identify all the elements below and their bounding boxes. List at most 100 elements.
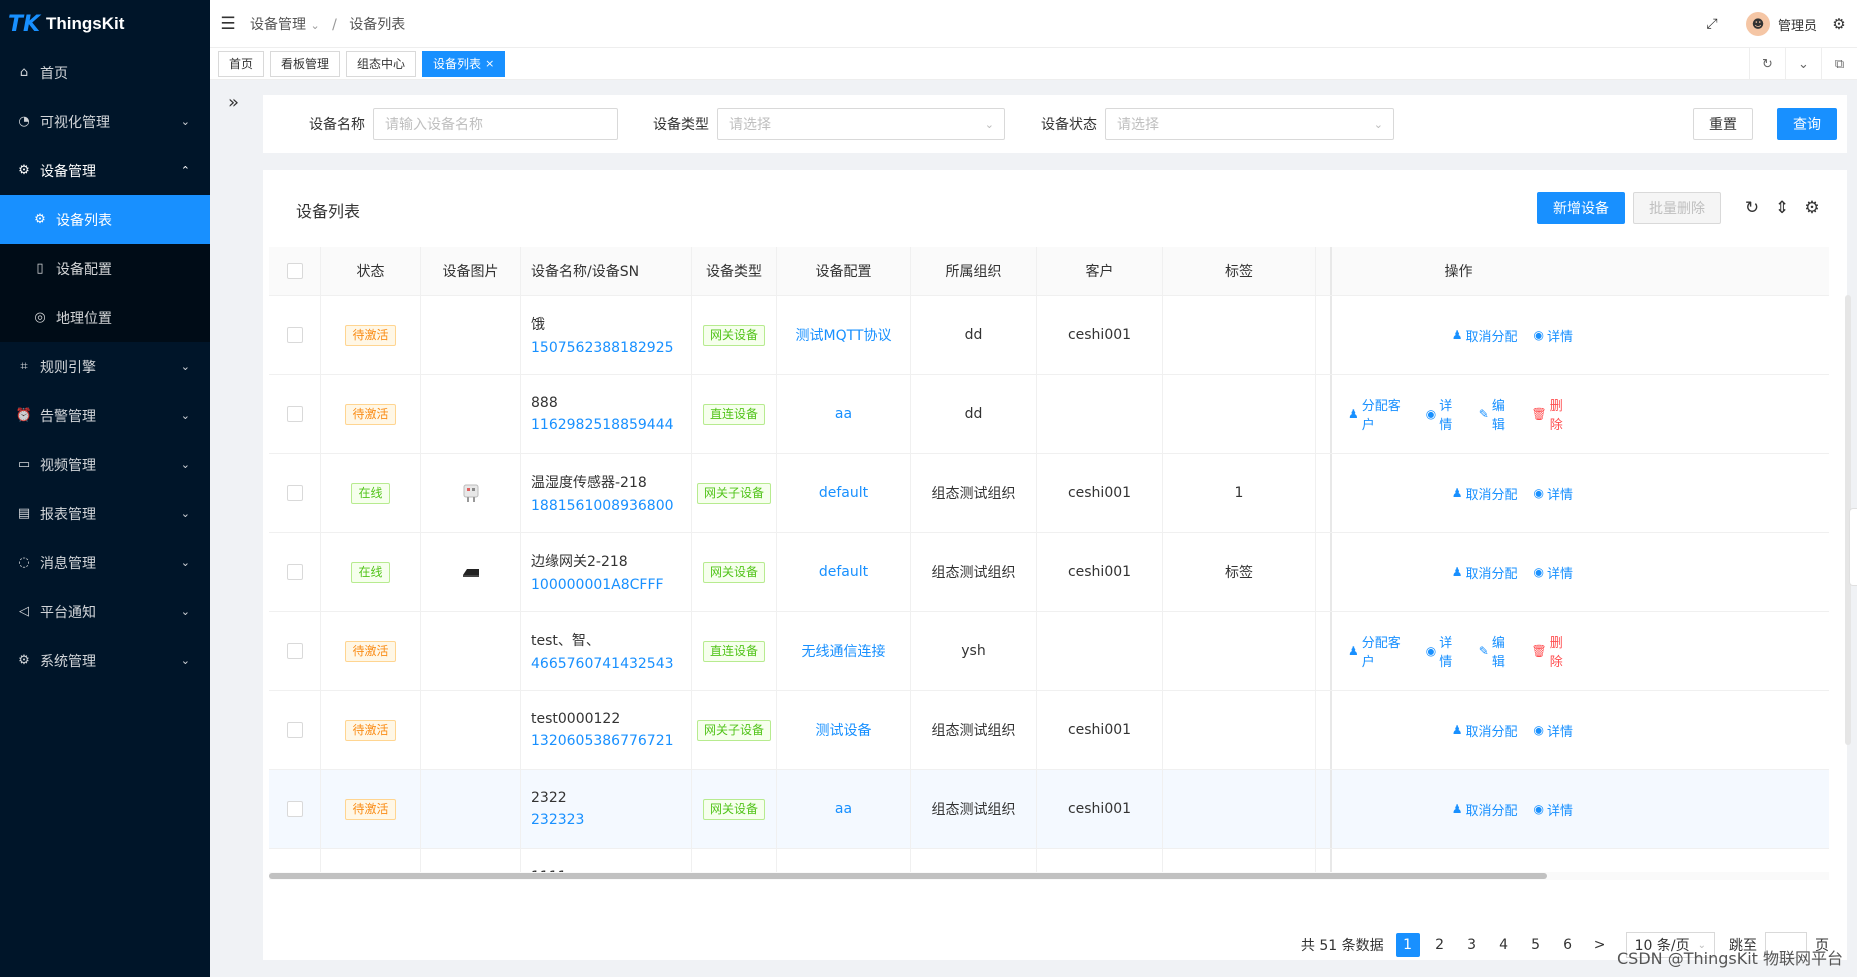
page-3[interactable]: 3 xyxy=(1460,933,1484,957)
assign-link[interactable]: ♟ 分配客户 xyxy=(1348,395,1410,433)
unassign-link[interactable]: ♟ 取消分配 xyxy=(1452,721,1518,740)
row-checkbox[interactable] xyxy=(286,564,303,580)
menu-fold-icon[interactable]: ☰ xyxy=(210,14,246,34)
scrollbar-thumb[interactable] xyxy=(269,873,1547,879)
tab-home[interactable]: 首页 xyxy=(218,50,265,77)
device-config-link[interactable]: 无线通信连接 xyxy=(802,641,886,661)
expand-tree-icon[interactable]: » xyxy=(228,92,239,113)
sidebar-item-system[interactable]: ⚙ 系统管理 ⌄ xyxy=(0,636,210,685)
page-1[interactable]: 1 xyxy=(1395,933,1420,957)
sidebar-item-notice[interactable]: ◁ 平台通知 ⌄ xyxy=(0,587,210,636)
assign-link[interactable]: ♟ 分配客户 xyxy=(1348,632,1410,670)
device-config-link[interactable]: default xyxy=(819,564,868,580)
device-config-link[interactable]: default xyxy=(819,485,868,501)
table-row[interactable]: 待激活 test、智、 4665760741432543 直连设备 无线通信连接 ysh ♟… xyxy=(269,612,1829,691)
device-config-link[interactable]: aa xyxy=(835,801,852,817)
sidebar-item-device-management[interactable]: ⚙ 设备管理 ⌃ xyxy=(0,146,210,195)
device-type-select[interactable]: 请选择 ⌄ xyxy=(717,108,1005,140)
detail-link[interactable]: ◉ 详情 xyxy=(1534,721,1574,740)
user-name[interactable]: 管理员 xyxy=(1778,15,1817,34)
fold-icon[interactable]: ⧉ xyxy=(1821,48,1857,80)
row-checkbox[interactable] xyxy=(286,643,303,659)
edit-link[interactable]: ✎ 编辑 xyxy=(1479,632,1516,670)
sidebar-item-video[interactable]: ▭ 视频管理 ⌄ xyxy=(0,440,210,489)
detail-link[interactable]: ◉ 详情 xyxy=(1426,395,1463,433)
edit-link[interactable]: ✎ 编辑 xyxy=(1479,395,1516,433)
horizontal-scrollbar[interactable] xyxy=(269,872,1829,880)
table-row[interactable]: 待激活 test0000122 1320605386776721 网关子设备 测试设备 组… xyxy=(269,691,1829,770)
fullscreen-icon[interactable]: ⤢ xyxy=(1694,16,1730,32)
device-sn-link[interactable]: 100000001A8CFFF xyxy=(531,577,664,593)
device-name-input[interactable]: 请输入设备名称 xyxy=(373,108,618,140)
table-row[interactable]: 待激活 2322 232323 网关设备 aa 组态测试组织 ceshi001 ♟ 取消分配 ◉ 详… xyxy=(269,770,1829,849)
query-button[interactable]: 查询 xyxy=(1777,108,1837,140)
column-header-status[interactable]: 状态 xyxy=(321,247,421,295)
next-page-button[interactable]: > xyxy=(1588,933,1612,957)
sidebar-item-report[interactable]: ▤ 报表管理 ⌄ xyxy=(0,489,210,538)
detail-link[interactable]: ◉ 详情 xyxy=(1426,632,1463,670)
table-row[interactable]: 待激活 888 1162982518859444 直连设备 aa dd ♟ 分配客户 ◉ 详情 ✎ 编… xyxy=(269,375,1829,454)
column-header-config[interactable]: 设备配置 xyxy=(777,247,911,295)
detail-link[interactable]: ◉ 详情 xyxy=(1534,800,1574,819)
sidebar-item-rule-engine[interactable]: ⌗ 规则引擎 ⌄ xyxy=(0,342,210,391)
sidebar-subitem-device-config[interactable]: ▯ 设备配置 xyxy=(0,244,210,293)
tab-config-center[interactable]: 组态中心 xyxy=(346,50,417,77)
detail-link[interactable]: ◉ 详情 xyxy=(1534,563,1574,582)
device-sn-link[interactable]: 232323 xyxy=(531,812,584,828)
delete-link[interactable]: 🗑 删除 xyxy=(1531,632,1573,670)
device-sn-link[interactable]: 1320605386776721 xyxy=(531,733,674,749)
device-sn-link[interactable]: 1507562388182925 xyxy=(531,340,674,356)
table-row[interactable]: 在线 边缘网关2-218 100000001A8CFFF 网关设备 default 组态测… xyxy=(269,533,1829,612)
row-checkbox[interactable] xyxy=(286,327,303,343)
device-sn-link[interactable]: 1162982518859444 xyxy=(531,417,674,433)
table-row[interactable]: 待激活 11116915528192771618直连设备测试设备ddtest ♟取消… xyxy=(269,849,1829,872)
column-header-label[interactable]: 标签 xyxy=(1163,247,1316,295)
row-checkbox[interactable] xyxy=(286,485,303,501)
row-checkbox[interactable] xyxy=(286,801,303,817)
column-header-customer[interactable]: 客户 xyxy=(1037,247,1163,295)
device-status-select[interactable]: 请选择 ⌄ xyxy=(1105,108,1394,140)
column-header-org[interactable]: 所属组织 xyxy=(911,247,1037,295)
sidebar-subitem-device-list[interactable]: ⚙ 设备列表 xyxy=(0,195,210,244)
sidebar-subitem-location[interactable]: ◎ 地理位置 xyxy=(0,293,210,342)
tab-dashboard[interactable]: 看板管理 xyxy=(270,50,341,77)
column-height-icon[interactable]: ⇕ xyxy=(1767,198,1797,218)
column-header-name-sn[interactable]: 设备名称/设备SN xyxy=(521,247,692,295)
row-checkbox[interactable] xyxy=(286,722,303,738)
device-config-link[interactable]: 测试MQTT协议 xyxy=(796,325,892,345)
device-config-link[interactable]: aa xyxy=(835,406,852,422)
row-checkbox[interactable] xyxy=(286,406,303,422)
refresh-icon[interactable]: ↻ xyxy=(1749,48,1785,80)
delete-link[interactable]: 🗑 删除 xyxy=(1531,395,1573,433)
chevron-down-icon[interactable]: ⌄ xyxy=(1785,48,1821,80)
detail-link[interactable]: ◉ 详情 xyxy=(1534,484,1574,503)
logo[interactable]: TK ThingsKit xyxy=(0,0,210,48)
avatar[interactable]: ☻ xyxy=(1745,12,1770,36)
sidebar-item-alarm[interactable]: ⏰ 告警管理 ⌄ xyxy=(0,391,210,440)
sidebar-item-message[interactable]: ◌ 消息管理 ⌄ xyxy=(0,538,210,587)
reset-button[interactable]: 重置 xyxy=(1693,108,1753,140)
unassign-link[interactable]: ♟ 取消分配 xyxy=(1452,484,1518,503)
page-6[interactable]: 6 xyxy=(1556,933,1580,957)
device-sn-link[interactable]: 1881561008936800 xyxy=(531,498,674,514)
batch-delete-button[interactable]: 批量删除 xyxy=(1633,192,1721,224)
column-header-type[interactable]: 设备类型 xyxy=(692,247,777,295)
unassign-link[interactable]: ♟ 取消分配 xyxy=(1452,326,1518,345)
settings-icon[interactable]: ⚙ xyxy=(1821,15,1857,33)
sidebar-item-home[interactable]: ⌂ 首页 xyxy=(0,48,210,97)
unassign-link[interactable]: ♟ 取消分配 xyxy=(1452,563,1518,582)
device-sn-link[interactable]: 4665760741432543 xyxy=(531,656,674,672)
column-header-image[interactable]: 设备图片 xyxy=(421,247,521,295)
sidebar-item-visualization[interactable]: ◔ 可视化管理 ⌄ xyxy=(0,97,210,146)
table-row[interactable]: 在线 温湿度传感器-218 1881561008936800 网关子设备 default… xyxy=(269,454,1829,533)
page-5[interactable]: 5 xyxy=(1524,933,1548,957)
unassign-link[interactable]: ♟ 取消分配 xyxy=(1452,800,1518,819)
select-all-checkbox[interactable] xyxy=(286,263,303,279)
detail-link[interactable]: ◉ 详情 xyxy=(1534,326,1574,345)
refresh-icon[interactable]: ↻ xyxy=(1737,198,1767,218)
table-row[interactable]: 待激活 饿 1507562388182925 网关设备 测试MQTT协议 dd ceshi0… xyxy=(269,296,1829,375)
drawer-handle[interactable] xyxy=(1849,508,1857,586)
tab-device-list[interactable]: 设备列表 × xyxy=(422,50,506,77)
settings-icon[interactable]: ⚙ xyxy=(1797,198,1827,218)
page-4[interactable]: 4 xyxy=(1492,933,1516,957)
